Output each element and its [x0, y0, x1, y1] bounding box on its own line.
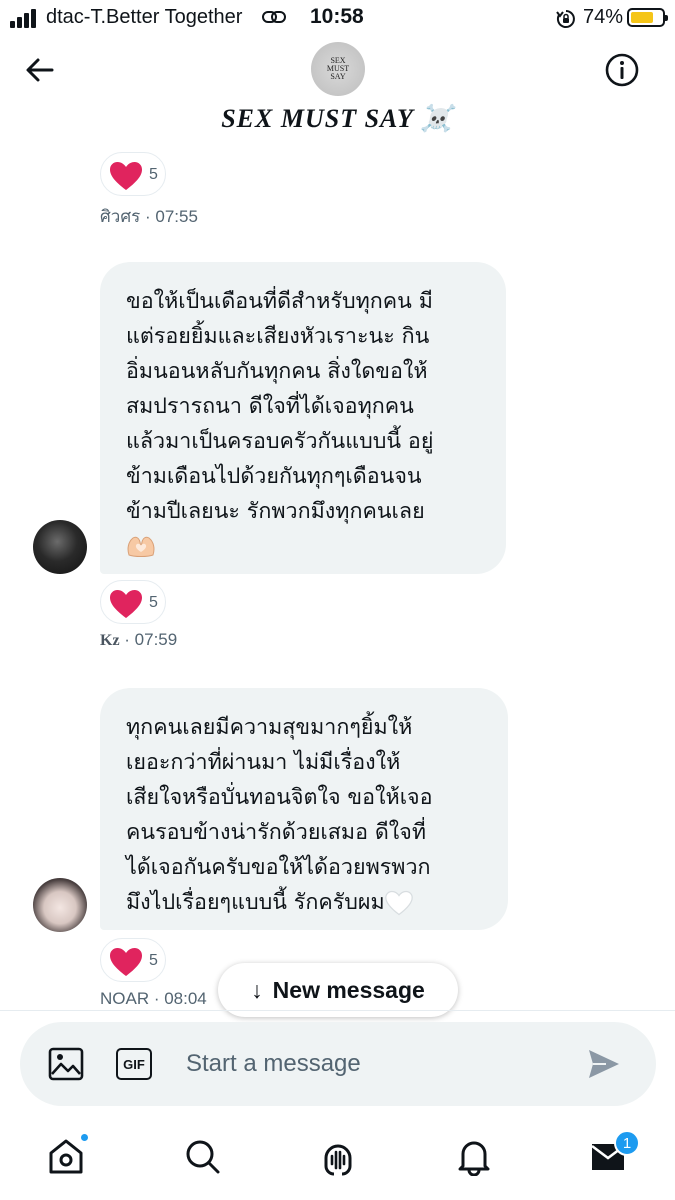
heart-icon — [110, 590, 142, 618]
message-meta: Kz · 07:59 — [100, 630, 177, 650]
nav-messages[interactable]: 1 — [590, 1130, 640, 1176]
heart-icon — [110, 948, 142, 976]
nav-spaces[interactable] — [318, 1136, 358, 1176]
notifications-icon — [458, 1141, 490, 1177]
down-arrow-icon: ↓ — [251, 976, 263, 1003]
home-unread-dot — [79, 1132, 90, 1143]
heart-icon — [110, 162, 142, 190]
home-icon — [49, 1139, 83, 1174]
gif-button[interactable]: GIF — [116, 1048, 152, 1080]
message-bubble[interactable]: ทุกคนเลยมีความสุขมากๆยิ้มให้ เยอะกว่าที่… — [100, 688, 508, 930]
message-time: · 07:59 — [119, 630, 178, 649]
messages-badge: 1 — [614, 1130, 640, 1156]
send-icon[interactable] — [586, 1046, 622, 1082]
image-icon[interactable] — [48, 1046, 84, 1082]
reaction-count: 5 — [149, 166, 158, 183]
group-name[interactable]: SEX MUST SAY ☠️ — [0, 104, 675, 134]
status-bar: dtac-T.Better Together 10:58 74% — [0, 0, 675, 36]
message-text: ทุกคนเลยมีความสุขมากๆยิ้มให้ เยอะกว่าที่… — [126, 715, 433, 915]
reaction-badge[interactable]: 5 — [100, 938, 166, 982]
group-avatar[interactable]: SEX MUST SAY — [311, 42, 365, 96]
battery-icon — [627, 8, 668, 27]
group-avatar-text: SAY — [330, 72, 346, 81]
reaction-badge[interactable]: 5 — [100, 152, 166, 196]
message-meta: NOAR · 08:04 — [100, 989, 207, 1008]
link-icon — [262, 11, 286, 23]
white-heart-icon — [384, 890, 413, 916]
message-bubble[interactable]: ขอให้เป็นเดือนที่ดีสำหรับทุกคน มี แต่รอย… — [100, 262, 506, 574]
new-message-button[interactable]: ↓ New message — [218, 963, 458, 1017]
signal-icon — [10, 8, 40, 28]
carrier-name: dtac-T.Better Together — [46, 6, 243, 28]
back-arrow-icon[interactable] — [22, 52, 58, 88]
sender-name: Kz — [100, 632, 120, 649]
reaction-count: 5 — [149, 952, 158, 969]
status-time: 10:58 — [310, 5, 364, 28]
message-input[interactable] — [186, 1044, 576, 1084]
bottom-navigation: 1 — [0, 1118, 675, 1200]
battery-level-fill — [631, 12, 653, 23]
avatar[interactable] — [33, 878, 87, 932]
nav-search[interactable] — [182, 1136, 222, 1176]
conversation-header: SEX MUST SAY SEX MUST SAY ☠️ — [0, 36, 675, 152]
rotation-lock-icon — [556, 10, 575, 28]
message-text: ขอให้เป็นเดือนที่ดีสำหรับทุกคน มี แต่รอย… — [126, 289, 434, 524]
message-meta: ศิวศร · 07:55 — [100, 207, 198, 226]
nav-notifications[interactable] — [454, 1136, 494, 1177]
nav-home[interactable] — [46, 1132, 90, 1176]
info-icon[interactable] — [604, 52, 640, 88]
reaction-count: 5 — [149, 594, 158, 611]
spaces-icon — [324, 1144, 352, 1176]
message-composer: GIF — [20, 1022, 656, 1106]
new-message-label: New message — [272, 976, 425, 1003]
avatar[interactable] — [33, 520, 87, 574]
divider — [0, 1010, 675, 1011]
reaction-badge[interactable]: 5 — [100, 580, 166, 624]
search-icon — [186, 1140, 220, 1174]
heart-hands-icon — [127, 536, 155, 557]
battery-percent: 74% — [583, 6, 624, 28]
